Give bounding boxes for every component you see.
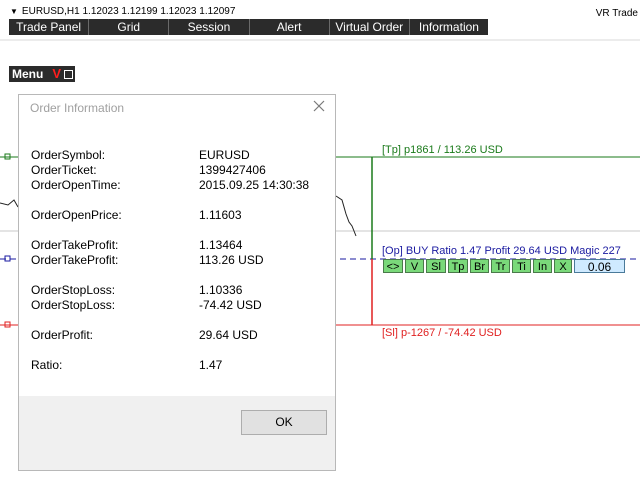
order-control-buttons: <> V Sl Tp Br Tr Ti In X 0.06 bbox=[383, 259, 625, 274]
collapse-triangle-icon[interactable]: ▼ bbox=[10, 7, 18, 16]
minimize-square-icon[interactable] bbox=[64, 69, 74, 79]
br-button[interactable]: Br bbox=[470, 259, 489, 273]
close-icon[interactable] bbox=[312, 99, 326, 113]
tr-button[interactable]: Tr bbox=[491, 259, 510, 273]
ti-button[interactable]: Ti bbox=[512, 259, 531, 273]
move-button[interactable]: <> bbox=[383, 259, 403, 273]
menu-session[interactable]: Session bbox=[169, 19, 250, 35]
close-order-button[interactable]: X bbox=[554, 259, 572, 273]
menu-grid[interactable]: Grid bbox=[89, 19, 170, 35]
dialog-title: Order Information bbox=[30, 101, 125, 115]
open-order-label: [Op] BUY Ratio 1.47 Profit 29.64 USD Mag… bbox=[382, 245, 621, 257]
ok-button[interactable]: OK bbox=[241, 410, 327, 435]
symbol-quote-line: ▼ EURUSD,H1 1.12023 1.12199 1.12023 1.120… bbox=[10, 6, 236, 17]
app-title: VR Trade bbox=[595, 8, 638, 19]
v-button[interactable]: V bbox=[405, 259, 424, 273]
menu-information[interactable]: Information bbox=[410, 19, 488, 35]
menu-trade-panel[interactable]: Trade Panel bbox=[9, 19, 90, 35]
menu-virtual-order[interactable]: Virtual Order bbox=[330, 19, 410, 35]
top-menu-bar: Trade Panel Grid Session Alert Virtual O… bbox=[9, 19, 488, 35]
menu-button[interactable]: Menu V bbox=[9, 66, 76, 82]
menu-alert[interactable]: Alert bbox=[250, 19, 330, 35]
order-information-dialog: Order Information OrderSymbol: EURUSD Ord… bbox=[18, 94, 336, 471]
tp-button[interactable]: Tp bbox=[448, 259, 468, 273]
v-logo-icon: V bbox=[52, 66, 62, 81]
stop-loss-label: [Sl] p-1267 / -74.42 USD bbox=[382, 327, 502, 339]
in-button[interactable]: In bbox=[533, 259, 552, 273]
menu-button-label: Menu bbox=[12, 67, 44, 81]
take-profit-label: [Tp] p1861 / 113.26 USD bbox=[382, 144, 503, 156]
lot-value-field[interactable]: 0.06 bbox=[574, 259, 625, 274]
sl-button[interactable]: Sl bbox=[426, 259, 446, 273]
